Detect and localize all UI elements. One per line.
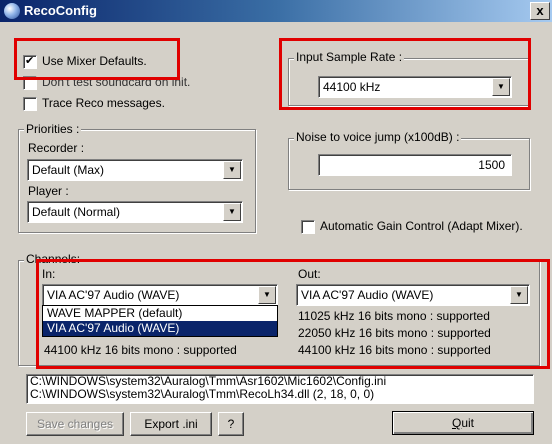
noise-to-voice-value: 1500: [478, 158, 505, 172]
agc-checkbox[interactable]: [301, 220, 315, 234]
app-globe-icon: [4, 3, 20, 19]
window-title: RecoConfig: [24, 3, 97, 18]
noise-to-voice-legend: Noise to voice jump (x100dB) :: [294, 130, 462, 144]
trace-reco-checkbox[interactable]: [23, 97, 37, 111]
chevron-down-icon[interactable]: ▼: [223, 161, 241, 179]
player-priority-select[interactable]: Default (Normal) ▼: [27, 201, 243, 223]
quit-label-rest: uit: [461, 416, 475, 430]
config-paths-box: C:\WINDOWS\system32\Auralog\Tmm\Asr1602\…: [26, 374, 534, 404]
help-button[interactable]: ?: [218, 412, 244, 436]
reco-config-window: RecoConfig x Use Mixer Defaults. Don't t…: [0, 0, 552, 444]
priorities-legend: Priorities :: [24, 122, 82, 136]
quit-accelerator: Q: [451, 416, 462, 430]
reco-dll-path: C:\WINDOWS\system32\Auralog\Tmm\RecoLh34…: [30, 387, 375, 401]
noise-to-voice-input[interactable]: 1500: [318, 154, 512, 176]
highlight-box: [36, 259, 550, 369]
close-button[interactable]: x: [530, 2, 550, 20]
agc-label: Automatic Gain Control (Adapt Mixer).: [320, 219, 523, 233]
recorder-priority-value: Default (Max): [32, 163, 105, 177]
export-ini-button[interactable]: Export .ini: [130, 412, 212, 436]
chevron-down-icon[interactable]: ▼: [223, 203, 241, 221]
title-bar[interactable]: RecoConfig: [0, 0, 552, 22]
recorder-label: Recorder :: [28, 141, 85, 155]
quit-button[interactable]: Quit: [392, 411, 534, 435]
highlight-box: [14, 38, 180, 80]
trace-reco-label: Trace Reco messages.: [42, 96, 165, 110]
save-changes-button[interactable]: Save changes: [26, 412, 124, 436]
player-label: Player :: [28, 184, 69, 198]
player-priority-value: Default (Normal): [32, 205, 121, 219]
recorder-priority-select[interactable]: Default (Max) ▼: [27, 159, 243, 181]
highlight-box: [279, 38, 531, 110]
